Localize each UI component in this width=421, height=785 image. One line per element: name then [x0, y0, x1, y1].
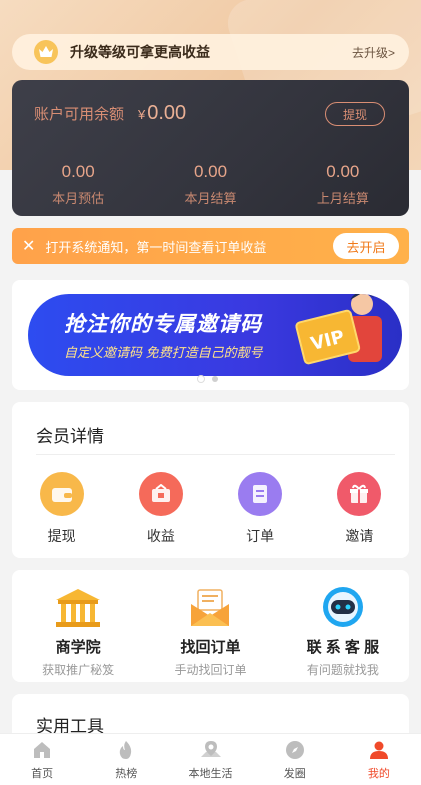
stat-value: 0.00 — [61, 162, 95, 181]
member-item-label: 订单 — [246, 528, 275, 544]
balance-value: 0.00 — [147, 102, 187, 124]
mail-icon — [184, 584, 236, 630]
tool-title: 找回订单 — [180, 639, 241, 656]
stat-last-month-settled: 0.00 上月结算 — [277, 162, 409, 207]
stat-value: 0.00 — [193, 162, 228, 181]
member-details-card: 会员详情 提现 收益 订单 邀请 — [12, 402, 409, 558]
tool-subtitle: 手动找回订单 — [174, 663, 247, 677]
wallet-icon — [39, 472, 84, 516]
tab-label: 我的 — [367, 767, 390, 780]
tool-subtitle: 有问题就找我 — [306, 663, 379, 677]
user-icon — [368, 739, 390, 761]
tab-label: 发圈 — [283, 767, 306, 780]
find-order-entry[interactable]: 找回订单 手动找回订单 — [144, 570, 276, 682]
upgrade-banner[interactable]: 升级等级可拿更高收益 去升级> — [12, 34, 409, 70]
tab-label: 本地生活 — [188, 767, 233, 780]
gift-icon — [337, 472, 382, 516]
member-item-label: 收益 — [146, 528, 175, 544]
income-icon — [138, 472, 183, 516]
enable-notification-button[interactable]: 去开启 — [333, 233, 399, 259]
academy-icon — [52, 584, 104, 630]
upgrade-text: 升级等级可拿更高收益 — [70, 44, 210, 60]
tab-share[interactable]: 发圈 — [253, 734, 337, 785]
member-details-title: 会员详情 — [36, 427, 104, 446]
tab-home[interactable]: 首页 — [0, 734, 84, 785]
stat-label: 上月结算 — [316, 191, 369, 206]
carousel-dot[interactable] — [212, 376, 218, 382]
order-icon — [238, 472, 283, 516]
location-icon — [200, 739, 222, 761]
member-item-orders[interactable]: 订单 — [211, 472, 310, 546]
vip-illustration: VIP — [292, 294, 388, 374]
tab-hot[interactable]: 热榜 — [84, 734, 168, 785]
carousel-dots — [198, 376, 218, 382]
member-item-withdraw[interactable]: 提现 — [12, 472, 111, 546]
banner-carousel[interactable]: 抢注你的专属邀请码 自定义邀请码 免费打造自己的靓号 VIP — [12, 280, 409, 390]
banner-title: 抢注你的专属邀请码 — [64, 313, 262, 336]
academy-entry[interactable]: 商学院 获取推广秘笈 — [12, 570, 144, 682]
member-item-label: 提现 — [47, 528, 76, 544]
tab-label: 首页 — [31, 767, 54, 780]
member-item-label: 邀请 — [345, 528, 374, 544]
carousel-dot-active[interactable] — [198, 376, 204, 382]
bottom-tab-bar: 首页 热榜 本地生活 发圈 我的 — [0, 733, 421, 785]
balance-card: 账户可用余额 ¥ 0.00 提现 0.00 本月预估 0.00 本月结算 0.0… — [12, 80, 409, 216]
stat-month-settled: 0.00 本月结算 — [144, 162, 276, 207]
withdraw-button[interactable]: 提现 — [325, 102, 385, 126]
invite-code-banner[interactable]: 抢注你的专属邀请码 自定义邀请码 免费打造自己的靓号 VIP — [28, 294, 402, 376]
tool-title: 商学院 — [55, 639, 101, 656]
services-card: 商学院 获取推广秘笈 找回订单 手动找回订单 联 系 客 服 有问题就找我 — [12, 570, 409, 682]
notification-bar: ✕ 打开系统通知，第一时间查看订单收益 去开启 — [12, 228, 409, 264]
tab-mine[interactable]: 我的 — [337, 734, 421, 785]
stat-label: 本月预估 — [52, 191, 105, 206]
notification-text: 打开系统通知，第一时间查看订单收益 — [45, 239, 267, 255]
stat-label: 本月结算 — [184, 191, 237, 206]
banner-subtitle: 自定义邀请码 免费打造自己的靓号 — [64, 345, 263, 360]
tool-title: 联 系 客 服 — [306, 639, 380, 656]
compass-icon — [284, 739, 306, 761]
stat-month-estimate: 0.00 本月预估 — [12, 162, 144, 207]
customer-service-entry[interactable]: 联 系 客 服 有问题就找我 — [277, 570, 409, 682]
tool-subtitle: 获取推广秘笈 — [42, 663, 115, 677]
member-item-income[interactable]: 收益 — [111, 472, 210, 546]
divider — [36, 454, 395, 455]
robot-icon — [317, 584, 369, 630]
flame-icon — [115, 739, 137, 761]
tab-label: 热榜 — [115, 767, 138, 780]
member-item-invite[interactable]: 邀请 — [310, 472, 409, 546]
stat-value: 0.00 — [326, 162, 360, 181]
tab-local[interactable]: 本地生活 — [168, 734, 252, 785]
balance-label: 账户可用余额 — [34, 106, 125, 123]
close-icon[interactable]: ✕ — [22, 236, 35, 256]
currency-symbol: ¥ — [138, 107, 146, 122]
crown-icon — [34, 40, 58, 64]
home-icon — [31, 739, 53, 761]
upgrade-link[interactable]: 去升级> — [352, 44, 395, 61]
